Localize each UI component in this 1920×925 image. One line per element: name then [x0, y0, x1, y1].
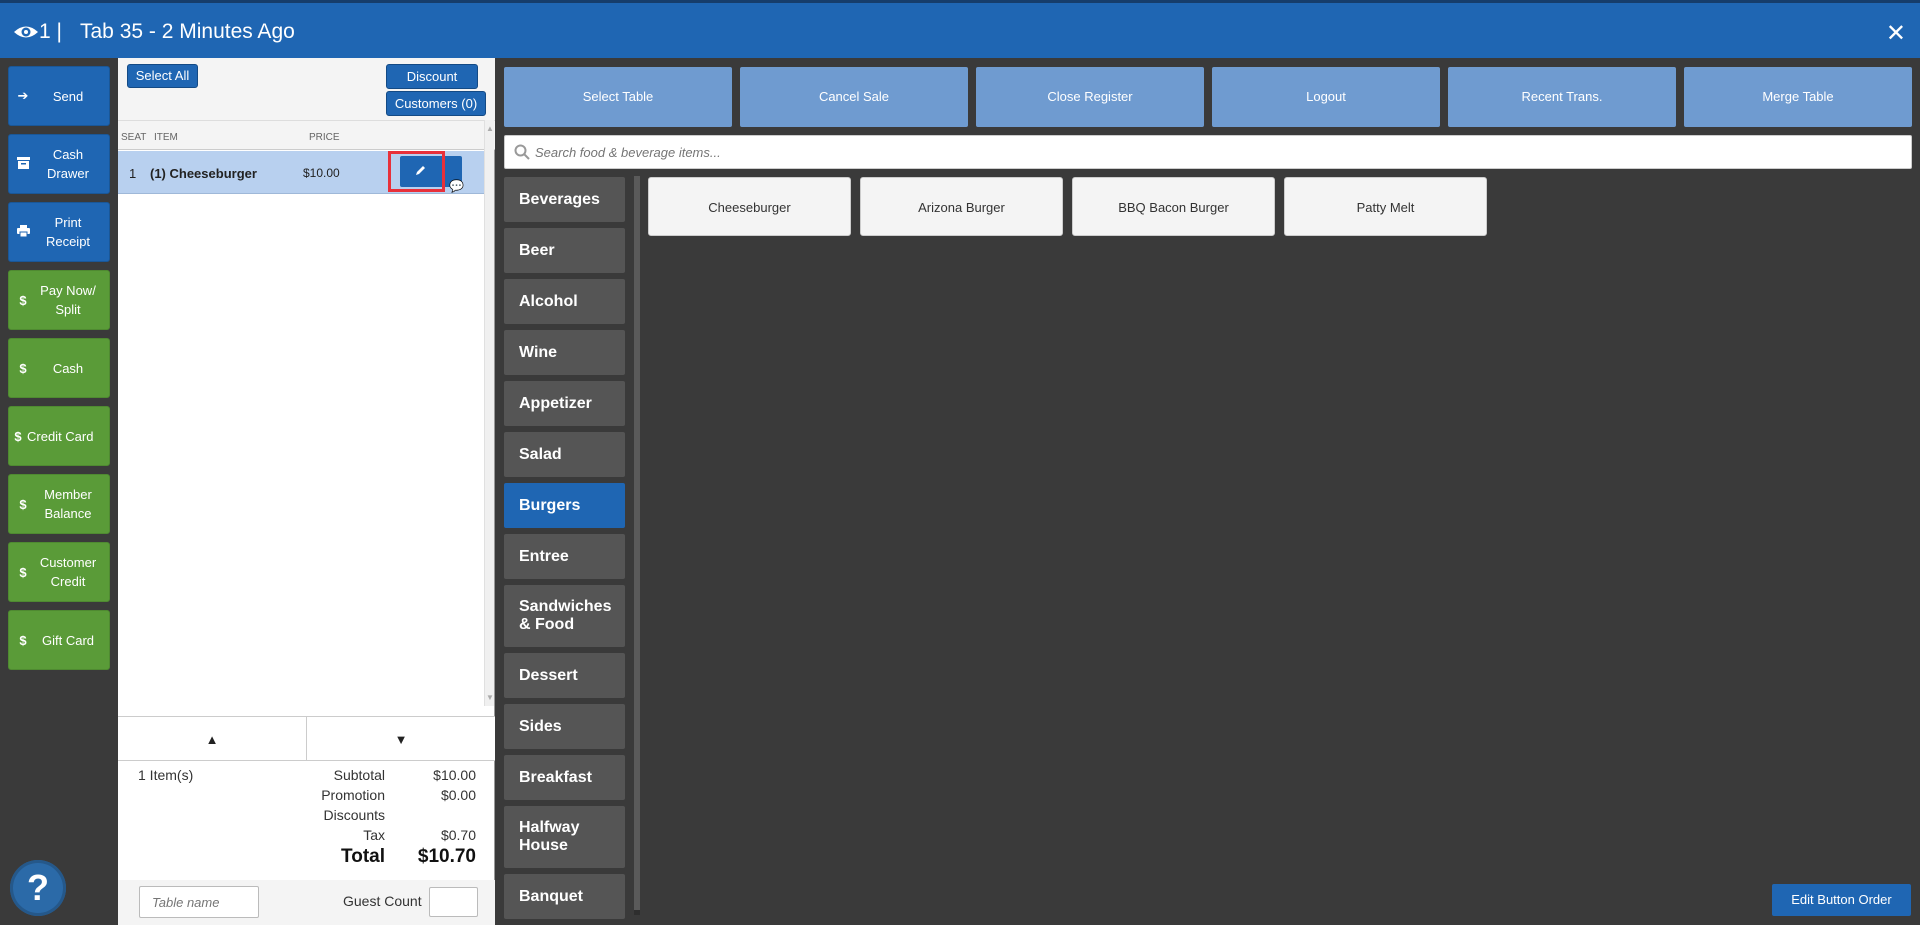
dollar-icon: $ [19, 360, 27, 376]
order-column-headers: SEAT ITEM PRICE [118, 120, 495, 150]
subtotal-value: $10.00 [433, 767, 476, 783]
category-salad[interactable]: Salad [504, 432, 625, 477]
tab-title: Tab 35 - 2 Minutes Ago [80, 20, 295, 43]
menu-item-bbq-bacon-burger[interactable]: BBQ Bacon Burger [1072, 177, 1275, 236]
total-label: Total [341, 846, 385, 867]
category-banquet[interactable]: Banquet [504, 874, 625, 919]
recent-trans-button[interactable]: Recent Trans. [1448, 67, 1676, 127]
arrow-right-icon: ➔ [17, 88, 29, 103]
member-balance-label: Member Balance [44, 487, 92, 521]
item-count: 1 Item(s) [138, 767, 194, 783]
dollar-icon: $ [19, 496, 27, 512]
category-burgers[interactable]: Burgers [504, 483, 625, 528]
order-scrollbar[interactable]: ▲ ▼ [484, 120, 494, 706]
subtotal-label: Subtotal [333, 767, 385, 783]
order-toolbar: Select All Discount Customers (0) [118, 58, 495, 120]
cash-drawer-button[interactable]: Cash Drawer [8, 134, 110, 194]
tab-number: 1 | [39, 20, 62, 43]
tax-label: Tax [363, 827, 385, 843]
category-beverages[interactable]: Beverages [504, 177, 625, 222]
scroll-up-arrow-icon[interactable]: ▲ [486, 124, 494, 133]
category-scrollbar-thumb[interactable] [634, 176, 640, 910]
category-beer[interactable]: Beer [504, 228, 625, 273]
edit-button-order-button[interactable]: Edit Button Order [1772, 884, 1911, 916]
category-dessert[interactable]: Dessert [504, 653, 625, 698]
category-entree[interactable]: Entree [504, 534, 625, 579]
order-footer: Guest Count [118, 880, 495, 925]
member-balance-button[interactable]: $ Member Balance [8, 474, 110, 534]
print-receipt-label: Print Receipt [45, 215, 91, 249]
cash-label: Cash [52, 360, 84, 376]
category-sides[interactable]: Sides [504, 704, 625, 749]
caret-up-icon: ▲ [205, 732, 219, 747]
customers-button[interactable]: Customers (0) [386, 91, 486, 116]
merge-table-button[interactable]: Merge Table [1684, 67, 1912, 127]
close-icon[interactable]: ✕ [1886, 19, 1906, 48]
logout-button[interactable]: Logout [1212, 67, 1440, 127]
send-button[interactable]: ➔ Send [8, 66, 110, 126]
select-all-button[interactable]: Select All [127, 64, 198, 88]
category-halfway-house[interactable]: Halfway House [504, 806, 625, 868]
dollar-icon: $ [19, 292, 27, 308]
guest-count-input[interactable] [429, 887, 478, 917]
title-bar: 1 | Tab 35 - 2 Minutes Ago ✕ [0, 0, 1920, 58]
item-column-header: ITEM [154, 132, 178, 143]
printer-icon [9, 224, 37, 240]
cancel-sale-button[interactable]: Cancel Sale [740, 67, 968, 127]
price-column-header: PRICE [309, 132, 340, 143]
print-receipt-button[interactable]: Print Receipt [8, 202, 110, 262]
search-input[interactable] [535, 136, 1895, 168]
search-bar [504, 135, 1912, 169]
guest-count-label: Guest Count [343, 893, 422, 909]
customer-credit-label: Customer Credit [39, 555, 97, 589]
search-icon [514, 144, 530, 160]
dollar-icon: $ [19, 564, 27, 580]
eye-icon[interactable] [13, 20, 39, 44]
gift-card-label: Gift Card [41, 632, 94, 648]
order-row-item: (1) Cheeseburger [150, 166, 257, 181]
cash-button[interactable]: $ Cash [8, 338, 110, 398]
customer-credit-button[interactable]: $ Customer Credit [8, 542, 110, 602]
credit-card-label: Credit Card [27, 428, 94, 444]
select-table-button[interactable]: Select Table [504, 67, 732, 127]
send-label: Send [52, 88, 84, 104]
order-row[interactable]: 1 (1) Cheeseburger $10.00 💬 [118, 151, 487, 194]
pay-now-split-label: Pay Now/ Split [40, 283, 96, 317]
highlight-box [388, 151, 445, 192]
category-alcohol[interactable]: Alcohol [504, 279, 625, 324]
order-row-price: $10.00 [303, 166, 340, 180]
move-up-button[interactable]: ▲ [118, 716, 307, 761]
credit-card-button[interactable]: $ Credit Card [8, 406, 110, 466]
menu-item-arizona-burger[interactable]: Arizona Burger [860, 177, 1063, 236]
dollar-icon: $ [14, 428, 22, 444]
cash-drawer-icon [9, 156, 37, 172]
category-sandwiches-food[interactable]: Sandwiches & Food [504, 585, 625, 647]
category-wine[interactable]: Wine [504, 330, 625, 375]
category-appetizer[interactable]: Appetizer [504, 381, 625, 426]
menu-item-cheeseburger[interactable]: Cheeseburger [648, 177, 851, 236]
dollar-icon: $ [19, 632, 27, 648]
order-panel: Select All Discount Customers (0) SEAT I… [118, 58, 495, 925]
category-breakfast[interactable]: Breakfast [504, 755, 625, 800]
seat-column-header: SEAT [121, 132, 147, 143]
scroll-down-arrow-icon[interactable]: ▼ [486, 693, 494, 702]
cash-drawer-label: Cash Drawer [47, 147, 89, 181]
order-row-seat: 1 [129, 166, 137, 181]
category-scrollbar[interactable] [634, 176, 640, 915]
table-name-input[interactable] [139, 886, 259, 918]
menu-item-patty-melt[interactable]: Patty Melt [1284, 177, 1487, 236]
caret-down-icon: ▼ [394, 732, 408, 747]
total-value: $10.70 [417, 846, 476, 867]
gift-card-button[interactable]: $ Gift Card [8, 610, 110, 670]
tax-value: $0.70 [440, 827, 476, 843]
close-register-button[interactable]: Close Register [976, 67, 1204, 127]
promotion-value: $0.00 [440, 787, 476, 803]
comment-icon: 💬 [449, 179, 464, 193]
discounts-label: Discounts [323, 807, 385, 823]
pay-now-split-button[interactable]: $ Pay Now/ Split [8, 270, 110, 330]
promotion-label: Promotion [321, 787, 385, 803]
discount-button[interactable]: Discount [386, 64, 478, 89]
move-down-button[interactable]: ▼ [307, 716, 495, 761]
help-icon[interactable]: ? [10, 860, 66, 916]
